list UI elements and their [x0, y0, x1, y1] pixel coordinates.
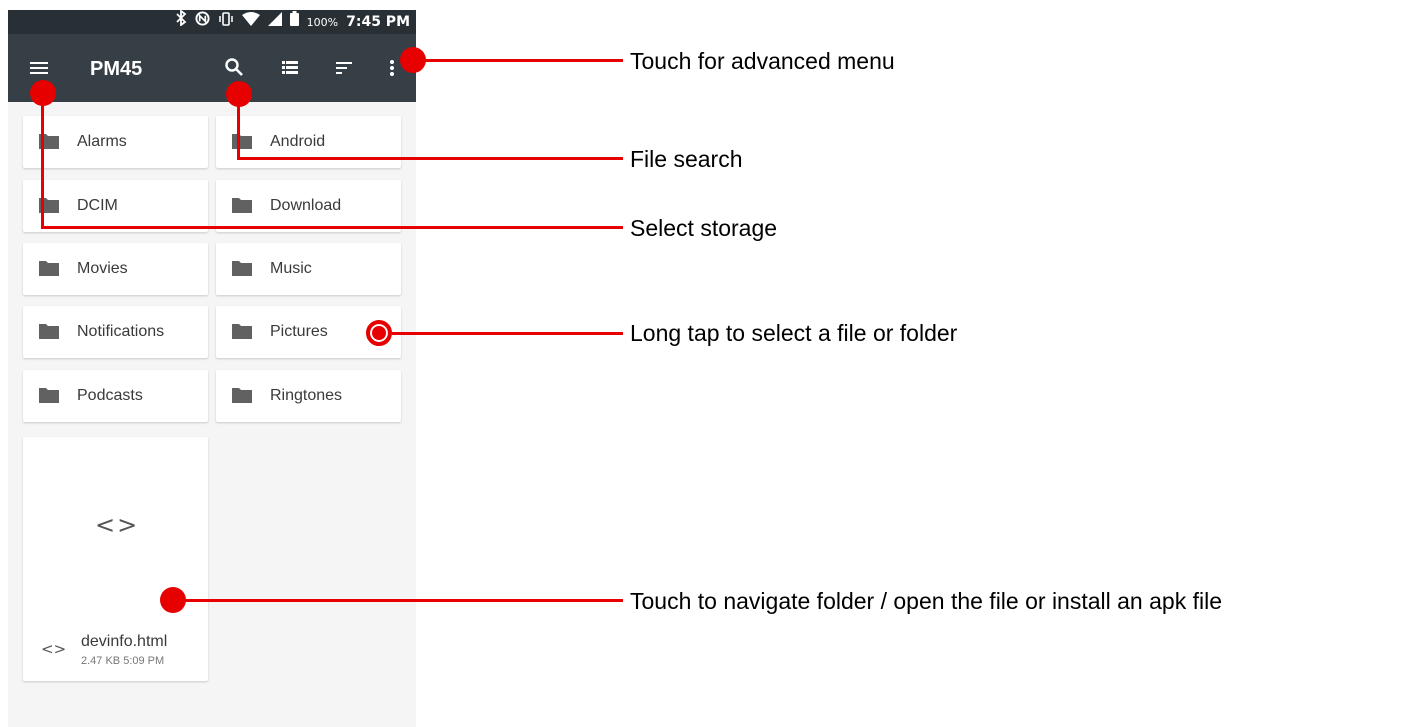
callout-dot-long-tap [366, 320, 392, 346]
search-icon[interactable] [220, 54, 248, 82]
folder-icon [232, 323, 252, 339]
folder-label: Music [270, 260, 312, 277]
code-icon: <> [41, 640, 67, 658]
menu-icon[interactable] [26, 54, 54, 82]
signal-icon [267, 10, 282, 34]
battery-percentage: 100% [306, 15, 339, 29]
callout-file-search: File search [630, 146, 743, 172]
file-card-devinfo[interactable]: <> <> devinfo.html 2.47 KB 5:09 PM [23, 437, 208, 681]
battery-icon [289, 10, 299, 34]
vibrate-icon [218, 10, 234, 34]
folder-tile-dcim[interactable]: DCIM [23, 180, 208, 232]
folder-tile-download[interactable]: Download [216, 180, 401, 232]
folder-tile-alarms[interactable]: Alarms [23, 116, 208, 168]
callout-navigate: Touch to navigate folder / open the file… [630, 588, 1222, 614]
folder-icon [232, 133, 252, 149]
list-view-icon[interactable] [276, 54, 304, 82]
code-icon: <> [95, 511, 140, 539]
folder-label: DCIM [77, 197, 118, 214]
wifi-icon [241, 10, 260, 34]
clock: 7:45 PM [346, 14, 410, 30]
folder-label: Alarms [77, 133, 127, 150]
folder-icon [232, 387, 252, 403]
app-bar: PM45 [8, 34, 416, 102]
folder-label: Podcasts [77, 387, 143, 404]
folder-icon [39, 323, 59, 339]
callout-line-file-search-h [237, 157, 623, 160]
file-manager-screen: 100% 7:45 PM PM45 Alarms Android DCIM Do… [8, 10, 416, 727]
folder-label: Pictures [270, 323, 328, 340]
folder-icon [232, 260, 252, 276]
folder-tile-android[interactable]: Android [216, 116, 401, 168]
folder-tile-podcasts[interactable]: Podcasts [23, 370, 208, 422]
folder-tile-movies[interactable]: Movies [23, 243, 208, 295]
nfc-icon [195, 10, 210, 34]
callout-line-advanced-menu [413, 59, 623, 62]
app-title: PM45 [90, 58, 143, 80]
folder-tile-music[interactable]: Music [216, 243, 401, 295]
callout-advanced-menu: Touch for advanced menu [630, 48, 895, 74]
file-meta: 2.47 KB 5:09 PM [81, 655, 165, 667]
callout-long-tap: Long tap to select a file or folder [630, 320, 958, 346]
file-name: devinfo.html [81, 633, 168, 650]
folder-label: Ringtones [270, 387, 343, 404]
folder-label: Movies [77, 260, 128, 277]
folder-label: Android [270, 133, 326, 150]
folder-label: Download [270, 197, 342, 214]
folder-label: Notifications [77, 323, 165, 340]
folder-tile-notifications[interactable]: Notifications [23, 306, 208, 358]
bluetooth-icon [175, 10, 187, 34]
folder-icon [39, 387, 59, 403]
callout-line-long-tap [392, 332, 623, 335]
sort-icon[interactable] [330, 54, 358, 82]
folder-icon [39, 260, 59, 276]
folder-tile-ringtones[interactable]: Ringtones [216, 370, 401, 422]
status-bar: 100% 7:45 PM [8, 10, 416, 34]
callout-line-select-storage-h [41, 226, 623, 229]
folder-icon [232, 197, 252, 213]
callout-line-select-storage-v [41, 93, 44, 229]
callout-select-storage: Select storage [630, 215, 778, 241]
callout-line-navigate [180, 599, 623, 602]
callout-line-file-search-v [237, 94, 240, 159]
